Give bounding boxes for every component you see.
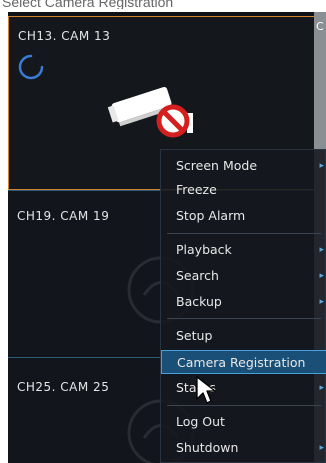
menu-item-label: Playback — [176, 242, 232, 257]
menu-item-label: Setup — [176, 328, 213, 343]
menu-separator — [167, 233, 321, 234]
submenu-arrow-icon: ▸ — [319, 297, 324, 307]
camera-label: CH13. CAM 13 — [18, 29, 111, 43]
menu-item-screen-mode[interactable]: Screen Mode ▸ — [161, 154, 326, 178]
menu-item-camera-registration[interactable]: Camera Registration — [161, 350, 326, 374]
loading-spinner-icon — [18, 54, 44, 80]
menu-item-shutdown[interactable]: Shutdown ▸ — [161, 436, 326, 460]
menu-item-log-out[interactable]: Log Out — [161, 410, 326, 434]
instruction-caption: Select Camera Registration — [2, 0, 174, 9]
submenu-arrow-icon: ▸ — [319, 161, 324, 171]
menu-item-backup[interactable]: Backup ▸ — [161, 290, 326, 314]
edge-icon: C — [316, 20, 324, 33]
menu-item-label: Screen Mode — [176, 158, 258, 173]
submenu-arrow-icon: ▸ — [319, 245, 324, 255]
menu-item-freeze[interactable]: Freeze — [161, 178, 326, 202]
camera-label: CH19. CAM 19 — [17, 209, 110, 223]
menu-item-label: Camera Registration — [177, 355, 306, 370]
menu-item-label: Stop Alarm — [176, 208, 246, 223]
submenu-arrow-icon: ▸ — [319, 443, 324, 453]
submenu-arrow-icon: ▸ — [319, 271, 324, 281]
menu-item-label: Freeze — [176, 182, 217, 197]
menu-item-stop-alarm[interactable]: Stop Alarm — [161, 204, 326, 228]
menu-item-label: Search — [176, 268, 219, 283]
submenu-arrow-icon: ▸ — [319, 383, 324, 393]
menu-item-search[interactable]: Search ▸ — [161, 264, 326, 288]
context-menu: Screen Mode ▸ Freeze Stop Alarm Playback… — [160, 149, 326, 463]
menu-item-playback[interactable]: Playback ▸ — [161, 238, 326, 262]
menu-item-label: Shutdown — [176, 440, 239, 455]
menu-separator — [167, 318, 321, 319]
menu-item-status[interactable]: Status ▸ — [161, 376, 326, 400]
menu-item-label: Backup — [176, 294, 222, 309]
camera-disconnected-icon — [107, 86, 193, 138]
camera-label: CH25. CAM 25 — [17, 380, 110, 394]
menu-separator — [167, 405, 321, 406]
dvr-screen: CH13. CAM 13 CH19. CAM 19 CH25. CAM 25 C… — [8, 12, 326, 463]
menu-item-setup[interactable]: Setup — [161, 324, 326, 348]
menu-item-label: Log Out — [176, 414, 225, 429]
mouse-pointer-icon — [196, 376, 216, 404]
